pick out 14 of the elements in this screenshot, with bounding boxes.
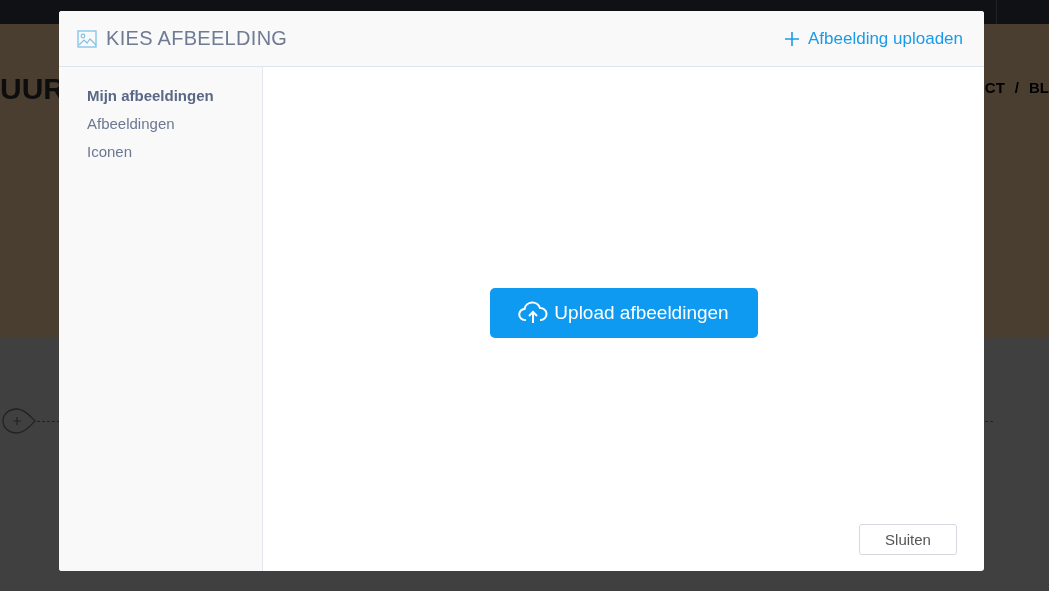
sidebar-item[interactable]: Afbeeldingen bbox=[87, 115, 175, 132]
upload-button[interactable]: Upload afbeeldingen bbox=[489, 288, 758, 338]
image-icon bbox=[77, 28, 97, 49]
cloud-upload-icon bbox=[518, 301, 549, 325]
sidebar-item[interactable]: Mijn afbeeldingen bbox=[87, 87, 214, 104]
dialog-title: KIES AFBEELDING bbox=[106, 27, 289, 50]
plus-icon bbox=[783, 30, 800, 47]
sidebar-item[interactable]: Iconen bbox=[87, 143, 133, 160]
nav-link[interactable]: / bbox=[1014, 79, 1019, 96]
nav-link[interactable]: BL bbox=[1029, 79, 1049, 96]
close-button[interactable]: Sluiten bbox=[859, 524, 957, 555]
upload-image-link[interactable]: Afbeelding uploaden bbox=[783, 28, 963, 49]
nav-link[interactable]: CT bbox=[984, 79, 1005, 96]
add-section-icon[interactable] bbox=[1, 407, 37, 435]
